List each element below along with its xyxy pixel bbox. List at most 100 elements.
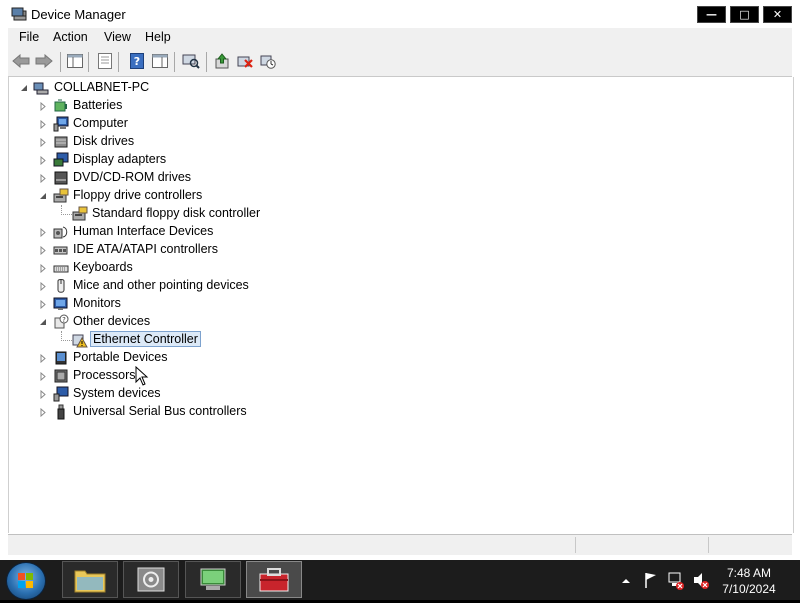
expand-arrow-icon[interactable] xyxy=(39,300,48,309)
system-device-icon xyxy=(53,386,69,402)
forward-button[interactable] xyxy=(35,52,53,70)
menu-help[interactable]: Help xyxy=(145,30,171,44)
tree-category[interactable]: Batteries xyxy=(9,97,789,115)
expand-arrow-icon[interactable] xyxy=(39,138,48,147)
expand-arrow-icon[interactable] xyxy=(39,102,48,111)
close-button[interactable]: ✕ xyxy=(763,6,792,23)
taskbar: 7:48 AM 7/10/2024 xyxy=(0,560,800,600)
tree-category[interactable]: DVD/CD-ROM drives xyxy=(9,169,789,187)
back-button[interactable] xyxy=(12,52,30,70)
battery-icon xyxy=(54,99,67,112)
tree-category[interactable]: Disk drives xyxy=(9,133,789,151)
tree-category[interactable]: Display adapters xyxy=(9,151,789,169)
tree-category-label: Batteries xyxy=(73,98,123,112)
properties-button[interactable] xyxy=(96,52,114,70)
tree-category[interactable]: Portable Devices xyxy=(9,349,789,367)
volume-tray-icon[interactable] xyxy=(692,560,710,600)
console-tree-icon xyxy=(67,54,83,68)
tree-device[interactable]: Standard floppy disk controller xyxy=(9,205,789,223)
expand-arrow-icon[interactable] xyxy=(39,246,48,255)
unknown-device-icon: ? xyxy=(54,314,69,329)
taskbar-device-manager-button[interactable] xyxy=(246,561,302,598)
expand-arrow-icon[interactable] xyxy=(39,282,48,291)
floppy-controller-icon xyxy=(72,206,88,221)
toolbar: ? xyxy=(8,48,792,77)
title-bar[interactable]: Device Manager — □ ✕ xyxy=(0,0,800,28)
tree-category[interactable]: Universal Serial Bus controllers xyxy=(9,403,789,421)
scan-hardware-button[interactable] xyxy=(182,52,200,70)
tree-category[interactable]: Floppy drive controllers xyxy=(9,187,789,205)
tree-category-label: Mice and other pointing devices xyxy=(73,278,249,292)
computer-root-icon xyxy=(33,82,49,95)
tree-category-label: Computer xyxy=(73,116,128,130)
expand-arrow-icon[interactable] xyxy=(39,354,48,363)
tree-category-label: Universal Serial Bus controllers xyxy=(73,404,247,418)
menu-action[interactable]: Action xyxy=(53,30,88,44)
expand-arrow-icon[interactable] xyxy=(39,156,48,165)
toolbar-separator xyxy=(206,52,207,72)
toolbox-icon xyxy=(259,568,289,592)
taskbar-explorer-button[interactable] xyxy=(62,561,118,598)
help-button[interactable]: ? xyxy=(128,52,146,70)
update-driver-button[interactable] xyxy=(213,52,231,70)
tree-category[interactable]: Processors xyxy=(9,367,789,385)
network-tray-icon[interactable] xyxy=(667,560,685,600)
action-center-tray-icon[interactable] xyxy=(643,560,659,600)
tree-connector xyxy=(61,331,72,341)
toolbar-separator xyxy=(60,52,61,72)
collapse-arrow-icon[interactable] xyxy=(20,84,29,93)
tree-category-label: Other devices xyxy=(73,314,151,328)
clock-time: 7:48 AM xyxy=(726,566,772,580)
tree-device[interactable]: Ethernet Controller xyxy=(9,331,789,349)
tree-category[interactable]: System devices xyxy=(9,385,789,403)
collapse-arrow-icon[interactable] xyxy=(39,318,48,327)
taskbar-control-panel-button[interactable] xyxy=(123,561,179,598)
expand-arrow-icon[interactable] xyxy=(39,120,48,129)
expand-arrow-icon[interactable] xyxy=(39,228,48,237)
expand-arrow-icon[interactable] xyxy=(39,174,48,183)
disable-device-icon xyxy=(260,55,276,69)
tree-category[interactable]: Keyboards xyxy=(9,259,789,277)
disable-button[interactable] xyxy=(259,52,277,70)
display-adapter-icon xyxy=(53,152,69,167)
device-tree: COLLABNET-PC Batteries Computer Disk drives… xyxy=(8,77,794,533)
toolbar-separator xyxy=(174,52,175,72)
expand-arrow-icon[interactable] xyxy=(39,372,48,381)
status-divider xyxy=(575,537,576,553)
computer-icon xyxy=(53,116,69,132)
uninstall-button[interactable] xyxy=(236,52,254,70)
tree-category-label: Portable Devices xyxy=(73,350,168,364)
menu-bar: File Action View Help xyxy=(8,28,792,49)
tree-category[interactable]: Computer xyxy=(9,115,789,133)
collapse-arrow-icon[interactable] xyxy=(39,192,48,201)
tree-root[interactable]: COLLABNET-PC xyxy=(9,79,789,97)
menu-file[interactable]: File xyxy=(19,30,39,44)
show-hide-action-pane-button[interactable] xyxy=(151,52,169,70)
minimize-button[interactable]: — xyxy=(697,6,726,23)
status-divider xyxy=(708,537,709,553)
expand-arrow-icon[interactable] xyxy=(39,390,48,399)
tree-category-label: Floppy drive controllers xyxy=(73,188,203,202)
maximize-button[interactable]: □ xyxy=(730,6,759,23)
tree-category[interactable]: Human Interface Devices xyxy=(9,223,789,241)
usb-icon xyxy=(57,404,65,420)
tree-category[interactable]: ? Other devices xyxy=(9,313,789,331)
clock[interactable]: 7:48 AM 7/10/2024 xyxy=(720,565,778,597)
window-title: Device Manager xyxy=(31,7,126,22)
tree-category-label: Disk drives xyxy=(73,134,135,148)
menu-view[interactable]: View xyxy=(104,30,131,44)
expand-arrow-icon[interactable] xyxy=(39,264,48,273)
tree-category[interactable]: IDE ATA/ATAPI controllers xyxy=(9,241,789,259)
show-hide-console-tree-button[interactable] xyxy=(66,52,84,70)
tree-category-label: Display adapters xyxy=(73,152,167,166)
taskbar-computer-management-button[interactable] xyxy=(185,561,241,598)
tree-category-label: IDE ATA/ATAPI controllers xyxy=(73,242,218,256)
tree-category[interactable]: Monitors xyxy=(9,295,789,313)
toolbar-separator xyxy=(88,52,89,72)
minimize-icon: — xyxy=(706,8,717,21)
show-hidden-icons-button[interactable] xyxy=(620,560,632,600)
expand-arrow-icon[interactable] xyxy=(39,408,48,417)
start-button[interactable] xyxy=(6,562,46,600)
svg-text:?: ? xyxy=(134,55,140,68)
tree-category[interactable]: Mice and other pointing devices xyxy=(9,277,789,295)
